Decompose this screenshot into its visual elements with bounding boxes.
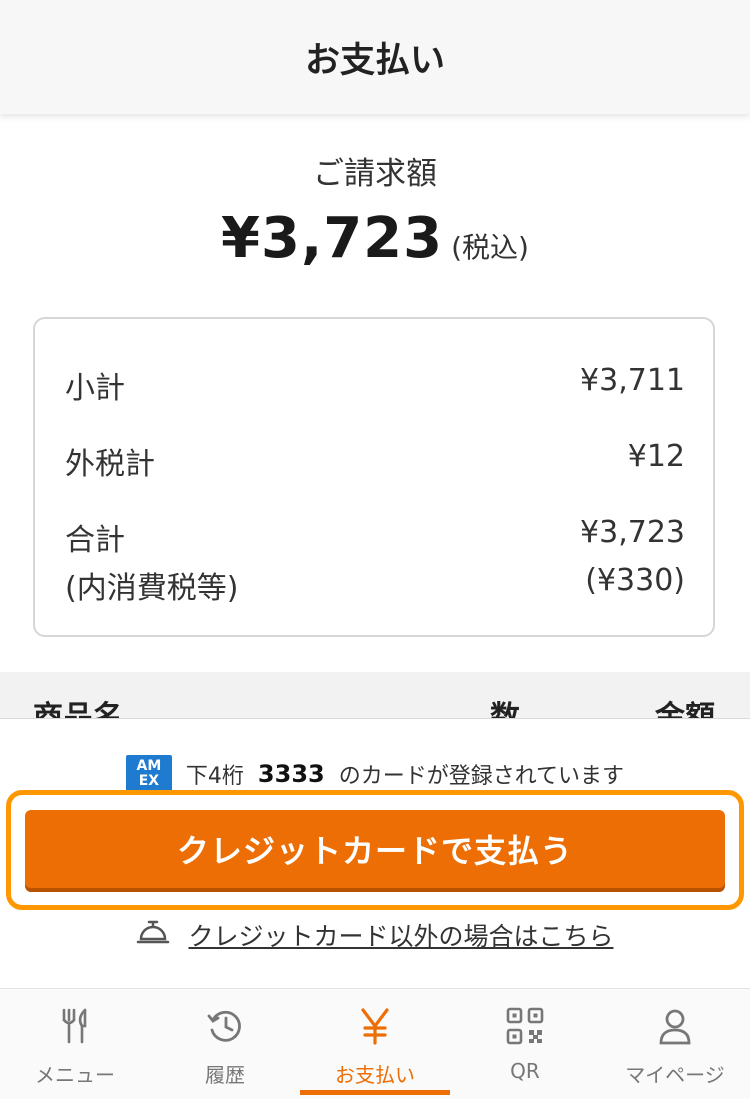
tab-payment-label: お支払い [335,1063,415,1087]
billing-label: ご請求額 [313,156,437,192]
billing-total: ¥3,723 (税込) [0,206,750,271]
tab-mypage[interactable]: マイページ [600,989,750,1099]
inner-tax-row: (内消費税等) (¥330) [65,563,685,607]
page-title: お支払い [304,40,445,81]
billing-amount: ¥3,723 [221,206,444,271]
subtotal-row: 小計 ¥3,711 [65,363,685,407]
tab-history-label: 履歴 [205,1063,245,1087]
tab-qr-label: QR [510,1059,540,1083]
service-bell-icon [136,917,170,953]
inner-tax-label: (内消費税等) [65,571,239,606]
column-item-name: 商品名 [33,700,123,718]
outer-tax-row: 外税計 ¥12 [65,439,685,483]
card-last-digits: 3333 [257,760,325,788]
tab-menu[interactable]: メニュー [0,989,150,1099]
tab-history[interactable]: 履歴 [150,989,300,1099]
bottom-tab-bar: メニュー 履歴 お支払い QR マイページ [0,988,750,1099]
tab-menu-label: メニュー [35,1063,115,1087]
total-label: 合計 [65,523,125,558]
subtotal-value: ¥3,711 [580,363,685,398]
tab-payment[interactable]: お支払い [300,989,450,1099]
page-header: お支払い [0,0,750,114]
tab-qr[interactable]: QR [450,989,600,1099]
history-icon [202,1003,248,1049]
tab-mypage-label: マイページ [625,1063,725,1087]
fork-knife-icon [52,1003,98,1049]
column-quantity: 数 [490,700,520,718]
inner-tax-value: (¥330) [585,563,685,598]
column-amount: 金額 [655,700,715,718]
registered-card-info: AM EX 下4桁 3333 のカードが登録されています [0,755,750,793]
payment-panel: AM EX 下4桁 3333 のカードが登録されています クレジットカードで支払… [0,718,750,989]
pay-with-credit-card-button[interactable]: クレジットカードで支払う [25,810,725,888]
summary-card: 小計 ¥3,711 外税計 ¥12 合計 ¥3,723 (内消費税等) (¥33… [33,317,715,637]
outer-tax-value: ¥12 [627,439,685,474]
total-row: 合計 ¥3,723 [65,515,685,559]
yen-icon [352,1003,398,1049]
qr-code-icon [502,1003,548,1049]
total-value: ¥3,723 [580,515,685,550]
billing-tax-note: (税込) [451,231,529,264]
other-payment-link[interactable]: クレジットカード以外の場合はこちら [0,917,750,953]
user-icon [652,1003,698,1049]
items-table-header: 商品名 数 金額 [0,672,750,718]
card-suffix: のカードが登録されています [338,764,625,789]
outer-tax-label: 外税計 [65,447,155,482]
amex-logo-icon: AM EX [125,755,172,793]
other-payment-link-label[interactable]: クレジットカード以外の場合はこちら [188,917,613,953]
card-prefix: 下4桁 [185,764,244,789]
subtotal-label: 小計 [65,371,125,406]
